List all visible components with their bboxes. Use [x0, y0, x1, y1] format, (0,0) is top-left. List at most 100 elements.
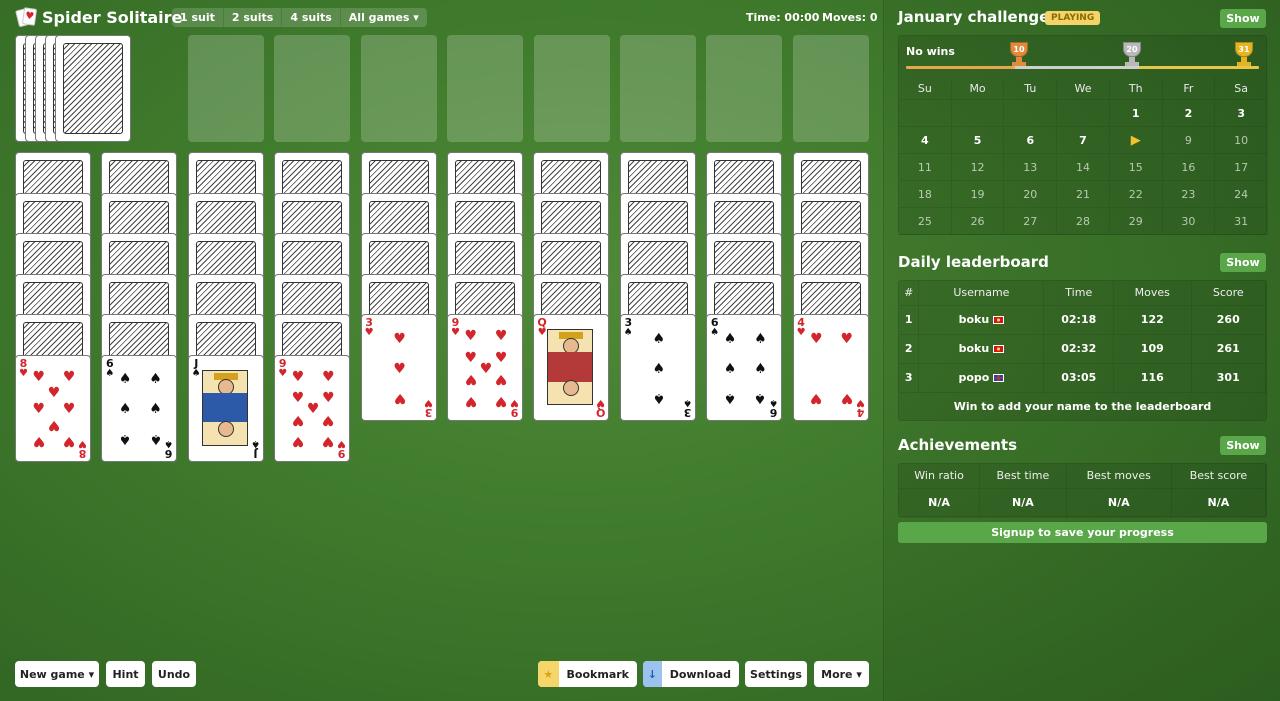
calendar-day[interactable]: 31	[1215, 208, 1268, 235]
card-rank-corner-bottom: 6 ♠	[769, 397, 778, 419]
calendar-day[interactable]: 3	[1215, 100, 1268, 127]
suit-pip: ♥	[291, 411, 305, 428]
download-button[interactable]: ↓ Download	[643, 661, 739, 687]
leaderboard-table: # Username Time Moves Score 1 boku 02:18 122 260…	[899, 281, 1267, 393]
calendar-day[interactable]: 1	[1109, 100, 1163, 127]
calendar-day[interactable]: 22	[1109, 181, 1163, 208]
calendar-day[interactable]: 28	[1057, 208, 1110, 235]
game-area: ♥ Spider Solitaire 1 suit 2 suits 4 suit…	[0, 0, 883, 701]
calendar-day	[951, 100, 1005, 127]
suit-option-4[interactable]: 4 suits	[282, 8, 341, 27]
face-up-card[interactable]: J ♠ J ♠	[187, 354, 264, 462]
foundation-slot	[706, 35, 783, 142]
calendar-day[interactable]: 27	[1004, 208, 1058, 235]
calendar-day[interactable]: 2	[1162, 100, 1216, 127]
foundation-slot	[533, 35, 610, 142]
face-up-card[interactable]: 3 ♠ 3 ♠ ♠ ♠ ♠	[619, 314, 696, 421]
face-up-card[interactable]: 9 ♥ 9 ♥ ♥ ♥ ♥ ♥ ♥ ♥ ♥ ♥ ♥	[447, 314, 523, 421]
card-rank-corner: J ♠	[192, 358, 201, 379]
score-cell: 301	[1191, 363, 1267, 393]
face-up-card[interactable]: 8 ♥ 8 ♥ ♥ ♥ ♥ ♥ ♥ ♥ ♥ ♥	[15, 354, 91, 462]
calendar-day[interactable]: 13	[1004, 154, 1058, 181]
calendar-day[interactable]: 11	[899, 154, 952, 181]
hint-button[interactable]: Hint	[106, 661, 145, 687]
face-up-card[interactable]: 3 ♥ 3 ♥ ♥ ♥ ♥	[360, 314, 437, 421]
trophy-cup: 20	[1123, 42, 1141, 57]
calendar-day[interactable]: 17	[1215, 154, 1268, 181]
card-suit: ♥	[364, 327, 374, 338]
foundation-slot	[620, 35, 696, 142]
achievement-header: Best score	[1171, 464, 1267, 489]
suit-pip: ♥	[479, 360, 493, 377]
face-up-card[interactable]: 9 ♥ 9 ♥ ♥ ♥ ♥ ♥ ♥ ♥ ♥ ♥ ♥	[274, 354, 351, 462]
calendar-day[interactable]: 10	[1215, 127, 1268, 154]
face-up-card[interactable]: Q ♥ Q ♥	[533, 314, 610, 421]
trophy-cup: 31	[1235, 42, 1253, 57]
face-up-card[interactable]: 6 ♠ 6 ♠ ♠ ♠ ♠ ♠ ♠ ♠	[101, 354, 178, 462]
calendar-day[interactable]: 24	[1215, 181, 1268, 208]
all-games-dropdown[interactable]: All games ▾	[341, 8, 427, 27]
card-suit: ♠	[623, 327, 633, 338]
calendar-day[interactable]: 5	[951, 127, 1005, 154]
card-suit: ♥	[596, 397, 606, 408]
calendar-day[interactable]: 9	[1162, 127, 1216, 154]
figure-head-mirror	[217, 420, 234, 437]
card-suit: ♥	[278, 367, 288, 379]
leaderboard-column-header: Time	[1043, 281, 1115, 306]
today-play-icon[interactable]: ▶	[1109, 127, 1163, 154]
calendar-day[interactable]: 12	[951, 154, 1005, 181]
calendar-day[interactable]: 30	[1162, 208, 1216, 235]
suit-option-1[interactable]: 1 suit	[172, 8, 224, 27]
calendar-day[interactable]: 14	[1057, 154, 1110, 181]
suit-pip: ♠	[723, 330, 737, 347]
flag-icon	[993, 374, 1005, 382]
signup-button[interactable]: Signup to save your progress	[898, 522, 1267, 543]
rank-cell: 3	[899, 363, 920, 393]
bookmark-label: Bookmark	[566, 667, 629, 681]
suit-pip: ♥	[322, 368, 335, 385]
bookmark-button[interactable]: ★ Bookmark	[538, 661, 637, 687]
table-row: 2 boku 02:32 109 261	[899, 334, 1267, 364]
suit-pip: ♥	[393, 390, 406, 407]
suit-pip: ♠	[118, 401, 132, 417]
undo-button[interactable]: Undo	[152, 661, 196, 687]
suit-pip: ♥	[494, 392, 508, 409]
suit-option-2[interactable]: 2 suits	[224, 8, 283, 27]
trophy-base	[1012, 62, 1026, 66]
calendar-day[interactable]: 25	[899, 208, 952, 235]
download-label: Download	[669, 667, 731, 681]
calendar-day[interactable]: 29	[1109, 208, 1163, 235]
achievements-show-button[interactable]: Show	[1220, 436, 1266, 455]
suit-pip: ♥	[322, 433, 335, 450]
calendar-day[interactable]: 23	[1162, 181, 1216, 208]
calendar-day[interactable]: 18	[899, 181, 952, 208]
face-up-card[interactable]: 6 ♠ 6 ♠ ♠ ♠ ♠ ♠ ♠ ♠	[706, 314, 783, 421]
new-game-button[interactable]: New game ▾	[15, 661, 99, 687]
username: boku	[958, 342, 990, 355]
leaderboard-show-button[interactable]: Show	[1220, 253, 1266, 272]
flag-icon	[993, 316, 1005, 324]
calendar-day[interactable]: 4	[899, 127, 952, 154]
settings-button[interactable]: Settings	[745, 661, 807, 687]
foundation-slot	[792, 35, 869, 142]
calendar-day[interactable]: 21	[1057, 181, 1110, 208]
card-suit: ♥	[510, 397, 519, 408]
username-cell: boku	[918, 305, 1045, 335]
suit-pip: ♠	[652, 390, 666, 407]
challenge-show-button[interactable]: Show	[1220, 9, 1266, 28]
card-suit: ♠	[250, 437, 260, 449]
calendar-day[interactable]: 19	[951, 181, 1005, 208]
calendar-day[interactable]: 26	[951, 208, 1005, 235]
calendar-day[interactable]: 20	[1004, 181, 1058, 208]
card-suit: ♥	[19, 367, 28, 379]
figure-robe	[548, 352, 593, 382]
calendar-day[interactable]: 7	[1057, 127, 1110, 154]
face-up-card[interactable]: 4 ♥ 4 ♥ ♥ ♥ ♥ ♥	[792, 314, 869, 421]
stock-card[interactable]	[55, 35, 131, 142]
more-button[interactable]: More ▾	[814, 661, 869, 687]
challenge-title: January challenge	[898, 8, 1050, 26]
calendar-day[interactable]: 6	[1004, 127, 1058, 154]
calendar-day[interactable]: 15	[1109, 154, 1163, 181]
card-rank-corner-bottom: Q ♥	[596, 397, 606, 419]
calendar-day[interactable]: 16	[1162, 154, 1216, 181]
